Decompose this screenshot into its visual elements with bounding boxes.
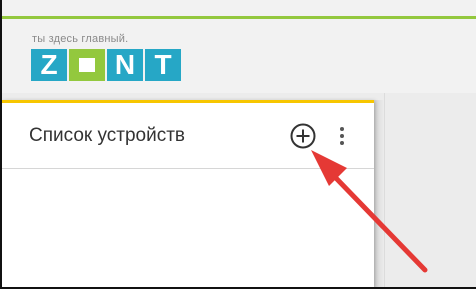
- logo-letter-t: T: [145, 49, 181, 81]
- device-list-panel: Список устройств: [2, 100, 374, 287]
- plus-circle-icon: [290, 123, 316, 149]
- device-list-title: Список устройств: [29, 125, 186, 146]
- vertical-dots-icon: [340, 127, 344, 145]
- logo-tiles: Z N T: [31, 49, 191, 81]
- screenshot-frame: ты здесь главный. Z N T Список устройств: [0, 0, 476, 289]
- panel-shadow: [374, 100, 384, 287]
- logo-letter-z: Z: [31, 49, 67, 81]
- header-accent-line: [2, 16, 476, 19]
- add-device-button[interactable]: [289, 122, 317, 150]
- logo-tagline: ты здесь главный.: [32, 33, 129, 45]
- column-divider: [384, 93, 385, 287]
- more-options-button[interactable]: [335, 123, 349, 149]
- logo-letter-o: [69, 49, 105, 81]
- device-list-header: Список устройств: [2, 103, 374, 169]
- logo-letter-o-shape: [79, 58, 95, 72]
- frame-border-left: [0, 0, 2, 289]
- logo-letter-n: N: [107, 49, 143, 81]
- zont-logo[interactable]: ты здесь главный. Z N T: [31, 33, 191, 85]
